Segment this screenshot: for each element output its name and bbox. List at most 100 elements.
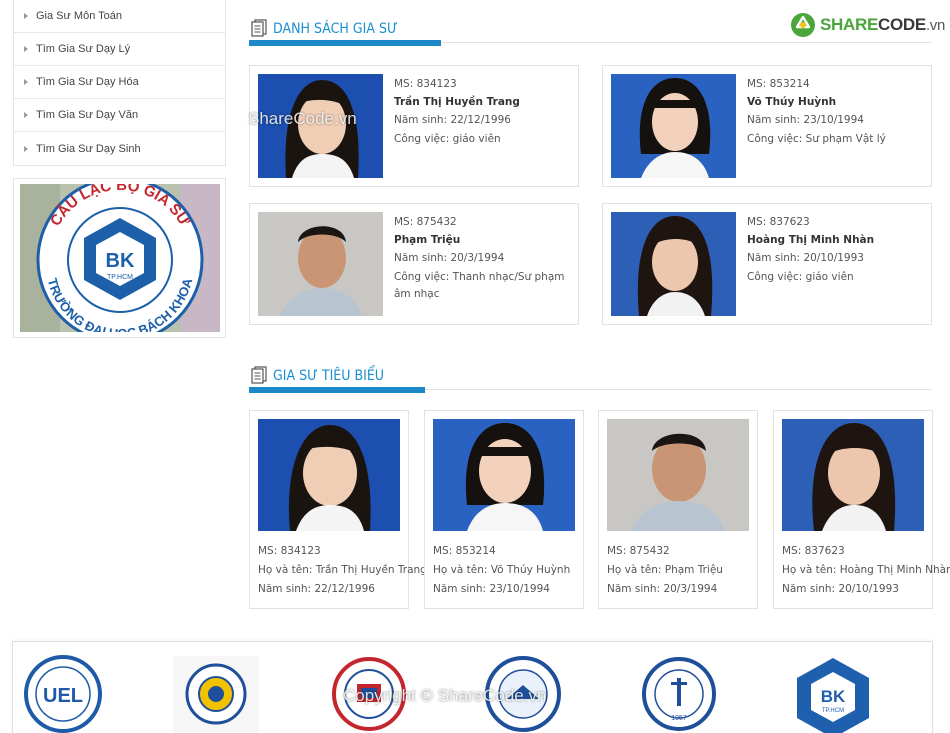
section-underline — [249, 40, 441, 46]
section-header-featured: GIA SƯ TIÊU BIỂU — [249, 362, 932, 393]
featured-tutor-info: MS: 853214 Họ và tên: Võ Thúy Huỳnh Năm … — [433, 542, 579, 599]
tutor-birth: Năm sinh: 22/12/1996 — [258, 583, 375, 595]
svg-text:UEL: UEL — [43, 685, 83, 707]
tutor-birth: Năm sinh: 22/12/1996 — [394, 114, 511, 126]
featured-tutor-info: MS: 834123 Họ và tên: Trần Thị Huyền Tra… — [258, 542, 427, 599]
tutor-birth: Năm sinh: 23/10/1994 — [433, 583, 550, 595]
caret-right-icon — [24, 112, 28, 118]
university-seal-icon — [173, 656, 259, 732]
tutor-job: Công việc: Sư phạm Vật lý — [747, 133, 886, 145]
caret-right-icon — [24, 79, 28, 85]
tutor-code: MS: 834123 — [394, 78, 457, 90]
sidebar-item-biology[interactable]: Tìm Gia Sư Dạy Sinh — [14, 132, 225, 165]
university-seal-logo[interactable] — [173, 656, 259, 733]
featured-tutor-info: MS: 875432 Họ và tên: Phạm Triệu Năm sin… — [607, 542, 753, 599]
portrait-image — [258, 419, 400, 531]
featured-tutor-card[interactable]: MS: 834123 Họ và tên: Trần Thị Huyền Tra… — [249, 410, 427, 609]
tutor-name[interactable]: Trần Thị Huyền Trang — [394, 93, 570, 111]
tutor-code: MS: 853214 — [747, 78, 810, 90]
tutor-name[interactable]: Võ Thúy Huỳnh — [747, 93, 923, 111]
tutor-job: Công việc: giáo viên — [394, 133, 501, 145]
tutor-info: MS: 837623 Hoàng Thị Minh Nhàn Năm sinh:… — [747, 213, 923, 286]
section-title-list: DANH SÁCH GIA SƯ — [273, 21, 398, 37]
club-logo-bk-sub: TP.HCM — [107, 274, 133, 281]
tutor-code: MS: 853214 — [433, 545, 496, 557]
document-icon — [251, 19, 267, 37]
club-logo[interactable]: BK TP.HCM CÂU LẠC BỘ GIA SƯ TRƯỜNG ĐẠI H… — [20, 184, 220, 332]
featured-tutor-photo[interactable] — [782, 419, 924, 531]
sidebar-item-label: Tìm Gia Sư Dạy Văn — [36, 109, 139, 121]
featured-tutor-card[interactable]: MS: 875432 Họ và tên: Phạm Triệu Năm sin… — [598, 410, 758, 609]
tutor-code: MS: 834123 — [258, 545, 321, 557]
sidebar-item-label: Tìm Gia Sư Dạy Lý — [36, 43, 131, 55]
caret-right-icon — [24, 46, 28, 52]
bk-logo-icon: BK TP.HCM — [797, 658, 869, 733]
featured-tutor-card[interactable]: MS: 853214 Họ và tên: Võ Thúy Huỳnh Năm … — [424, 410, 584, 609]
tutor-card[interactable]: MS: 853214 Võ Thúy Huỳnh Năm sinh: 23/10… — [602, 65, 932, 187]
tutor-birth: Năm sinh: 23/10/1994 — [747, 114, 864, 126]
tutor-birth: Năm sinh: 20/3/1994 — [607, 583, 718, 595]
tutor-name[interactable]: Hoàng Thị Minh Nhàn — [747, 231, 923, 249]
featured-tutor-info: MS: 837623 Họ và tên: Hoàng Thị Minh Nhà… — [782, 542, 950, 599]
tutor-code: MS: 837623 — [782, 545, 845, 557]
caret-right-icon — [24, 13, 28, 19]
tutor-birth: Năm sinh: 20/10/1993 — [782, 583, 899, 595]
uel-logo-icon: UEL — [24, 655, 102, 733]
portrait-image — [607, 419, 749, 531]
featured-tutor-photo[interactable] — [433, 419, 575, 531]
svg-text:BK: BK — [821, 687, 846, 706]
tutor-birth: Năm sinh: 20/3/1994 — [394, 252, 505, 264]
uel-logo[interactable]: UEL — [23, 654, 103, 733]
featured-tutor-card[interactable]: MS: 837623 Họ và tên: Hoàng Thị Minh Nhà… — [773, 410, 950, 609]
caret-right-icon — [24, 145, 28, 152]
portrait-image — [433, 419, 575, 531]
sidebar-item-physics[interactable]: Tìm Gia Sư Dạy Lý — [14, 33, 225, 66]
tutor-photo[interactable] — [258, 212, 383, 316]
medical-university-icon: 1957 — [642, 657, 716, 731]
section-title-featured: GIA SƯ TIÊU BIỂU — [273, 368, 385, 384]
portrait-image — [611, 74, 736, 178]
tutor-name[interactable]: Họ và tên: Trần Thị Huyền Trang — [258, 561, 427, 580]
section-underline — [249, 387, 425, 393]
sidebar-item-label: Tìm Gia Sư Dạy Hóa — [36, 76, 139, 88]
club-logo-box[interactable]: BK TP.HCM CÂU LẠC BỘ GIA SƯ TRƯỜNG ĐẠI H… — [13, 178, 226, 338]
portrait-image — [611, 212, 736, 316]
tutor-card[interactable]: MS: 875432 Phạm Triệu Năm sinh: 20/3/199… — [249, 203, 579, 325]
sidebar-item-chemistry[interactable]: Tìm Gia Sư Dạy Hóa — [14, 66, 225, 99]
featured-tutor-photo[interactable] — [258, 419, 400, 531]
sidebar-menu: Gia Sư Môn Toán Tìm Gia Sư Dạy Lý Tìm Gi… — [13, 0, 226, 166]
tutor-name[interactable]: Phạm Triệu — [394, 231, 570, 249]
tutor-code: MS: 837623 — [747, 216, 810, 228]
tutor-name[interactable]: Họ và tên: Phạm Triệu — [607, 561, 753, 580]
tutor-job: Công việc: giáo viên — [747, 271, 854, 283]
sidebar-item-math[interactable]: Gia Sư Môn Toán — [14, 0, 225, 33]
tutor-photo[interactable] — [611, 212, 736, 316]
svg-text:1957: 1957 — [671, 715, 687, 722]
tutor-info: MS: 875432 Phạm Triệu Năm sinh: 20/3/199… — [394, 213, 570, 303]
club-logo-graphic: BK TP.HCM CÂU LẠC BỘ GIA SƯ TRƯỜNG ĐẠI H… — [20, 184, 220, 332]
bk-logo[interactable]: BK TP.HCM — [793, 656, 873, 733]
sidebar-item-literature[interactable]: Tìm Gia Sư Dạy Văn — [14, 99, 225, 132]
sidebar-item-label: Tìm Gia Sư Dạy Sinh — [36, 142, 141, 155]
svg-text:TP.HCM: TP.HCM — [822, 708, 844, 714]
sidebar-item-label: Gia Sư Môn Toán — [36, 10, 123, 22]
tutor-info: MS: 853214 Võ Thúy Huỳnh Năm sinh: 23/10… — [747, 75, 923, 148]
portrait-image — [258, 212, 383, 316]
tutor-code: MS: 875432 — [394, 216, 457, 228]
medical-university-logo[interactable]: 1957 — [641, 656, 717, 733]
tutor-name[interactable]: Họ và tên: Hoàng Thị Minh Nhàn — [782, 561, 950, 580]
tutor-code: MS: 875432 — [607, 545, 670, 557]
featured-tutor-photo[interactable] — [607, 419, 749, 531]
tutor-photo[interactable] — [611, 74, 736, 178]
copyright-watermark: Copyright © ShareCode.vn — [343, 686, 547, 705]
tutor-info: MS: 834123 Trần Thị Huyền Trang Năm sinh… — [394, 75, 570, 148]
tutor-job: Công việc: Thanh nhạc/Sư phạm âm nhạc — [394, 271, 565, 300]
club-logo-bk: BK — [106, 250, 135, 272]
portrait-image — [782, 419, 924, 531]
section-header-list: DANH SÁCH GIA SƯ — [249, 15, 932, 46]
tutor-birth: Năm sinh: 20/10/1993 — [747, 252, 864, 264]
tutor-name[interactable]: Họ và tên: Võ Thúy Huỳnh — [433, 561, 579, 580]
watermark-text: ShareCode.vn — [248, 109, 357, 128]
document-icon — [251, 366, 267, 384]
tutor-card[interactable]: MS: 837623 Hoàng Thị Minh Nhàn Năm sinh:… — [602, 203, 932, 325]
